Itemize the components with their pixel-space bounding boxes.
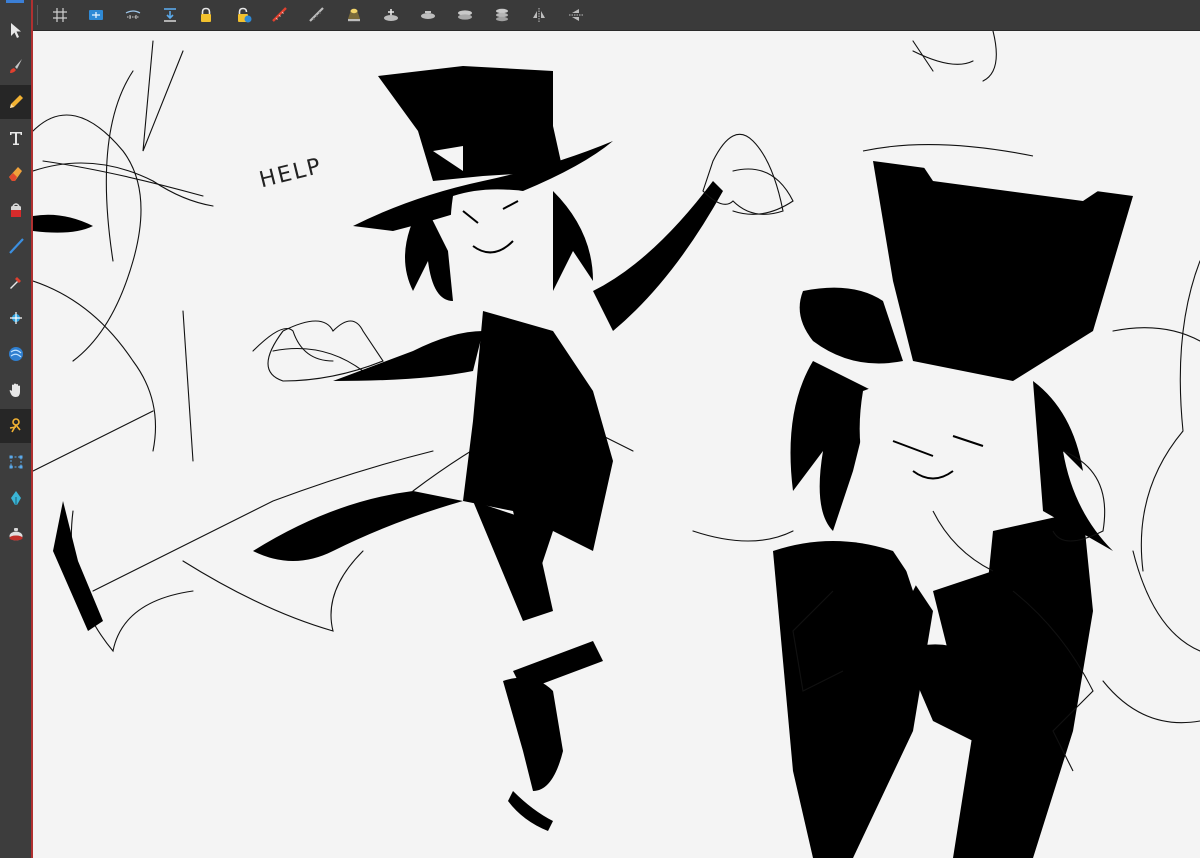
pencil-tool[interactable] bbox=[0, 85, 31, 119]
contour-tool[interactable] bbox=[0, 337, 31, 371]
toolbar-separator bbox=[37, 5, 38, 25]
toolbar-accent bbox=[6, 0, 24, 3]
import-button[interactable] bbox=[157, 3, 183, 27]
left-toolbar bbox=[0, 0, 33, 858]
contour-icon bbox=[8, 347, 23, 361]
lock-button[interactable] bbox=[193, 3, 219, 27]
layer-stack-button[interactable] bbox=[452, 3, 478, 27]
select-tool[interactable] bbox=[0, 13, 31, 47]
ruler-grey-icon bbox=[309, 7, 324, 22]
flip-horizontal-icon bbox=[533, 8, 545, 22]
crosshair-tool[interactable] bbox=[0, 301, 31, 335]
pot-icon bbox=[9, 528, 22, 541]
flip-horizontal-button[interactable] bbox=[526, 3, 552, 27]
layer-remove-button[interactable] bbox=[415, 3, 441, 27]
grid-icon bbox=[53, 8, 67, 22]
import-icon bbox=[164, 8, 176, 22]
top-options-bar bbox=[33, 0, 1200, 31]
hand-icon bbox=[9, 383, 20, 397]
dropper-tool[interactable] bbox=[0, 265, 31, 299]
paint-bucket-tool[interactable] bbox=[0, 193, 31, 227]
unlock-button[interactable] bbox=[230, 3, 256, 27]
cutter-tool[interactable] bbox=[0, 517, 31, 551]
text-t-icon bbox=[9, 132, 22, 145]
light-table-icon bbox=[125, 10, 141, 19]
ruler-grey-button[interactable] bbox=[304, 3, 330, 27]
brush-icon bbox=[9, 59, 22, 73]
onion-skin-button[interactable] bbox=[83, 3, 109, 27]
drawing-canvas[interactable]: HELP bbox=[33, 31, 1200, 858]
sketch-artwork bbox=[33, 31, 1200, 858]
layer-add-button[interactable] bbox=[378, 3, 404, 27]
pencil-icon bbox=[9, 95, 23, 108]
flip-vertical-button[interactable] bbox=[563, 3, 589, 27]
layer-stack-icon bbox=[458, 10, 472, 20]
eyedropper-icon bbox=[9, 277, 21, 289]
spotlight-icon bbox=[348, 8, 360, 22]
lock-icon bbox=[201, 7, 211, 22]
pen-tool[interactable] bbox=[0, 481, 31, 515]
transform-box-icon bbox=[9, 455, 22, 469]
eraser-icon bbox=[8, 167, 22, 181]
rig-tool[interactable] bbox=[0, 409, 31, 443]
pen-nib-icon bbox=[10, 491, 21, 505]
layer-add-icon bbox=[384, 9, 398, 21]
spotlight-button[interactable] bbox=[341, 3, 367, 27]
line-icon bbox=[8, 238, 24, 254]
eraser-tool[interactable] bbox=[0, 157, 31, 191]
line-tool[interactable] bbox=[0, 229, 31, 263]
onion-skin-icon bbox=[89, 10, 103, 20]
lock-unlock-icon bbox=[238, 7, 252, 23]
hand-tool[interactable] bbox=[0, 373, 31, 407]
rig-joint-icon bbox=[9, 418, 21, 433]
transform-tool[interactable] bbox=[0, 445, 31, 479]
paint-bucket-icon bbox=[10, 203, 21, 217]
ruler-red-icon bbox=[272, 7, 287, 22]
layer-remove-icon bbox=[421, 11, 435, 19]
layer-merge-button[interactable] bbox=[489, 3, 515, 27]
flip-vertical-icon bbox=[569, 9, 583, 21]
grid-button[interactable] bbox=[47, 3, 73, 27]
text-tool[interactable] bbox=[0, 121, 31, 155]
light-table-button[interactable] bbox=[120, 3, 146, 27]
cursor-arrow-icon bbox=[10, 23, 21, 38]
brush-tool[interactable] bbox=[0, 49, 31, 83]
layer-merge-icon bbox=[496, 8, 508, 22]
crosshair-icon bbox=[9, 312, 22, 324]
ruler-red-button[interactable] bbox=[267, 3, 293, 27]
